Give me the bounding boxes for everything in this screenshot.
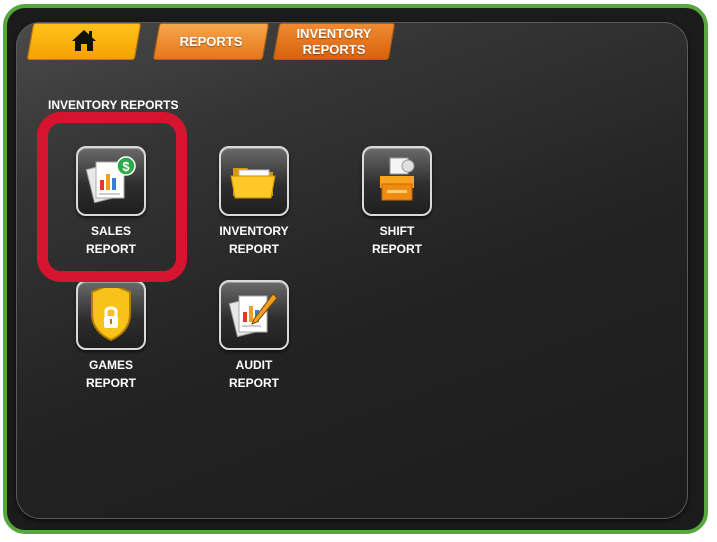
games-report-label: GAMES REPORT <box>85 358 136 390</box>
svg-text:$: $ <box>122 159 130 174</box>
sales-report-icon: $ <box>85 156 136 204</box>
shift-report-tile[interactable]: SHIFT REPORT <box>327 146 467 258</box>
tab-inventory-reports[interactable]: INVENTORY REPORTS <box>272 23 396 60</box>
inventory-report-label: INVENTORY REPORT <box>219 224 289 256</box>
home-icon <box>71 28 97 56</box>
sales-report-button[interactable]: $ <box>76 146 146 216</box>
tab-reports[interactable]: REPORTS <box>152 23 270 60</box>
inventory-report-button[interactable] <box>219 146 289 216</box>
audit-report-tile[interactable]: AUDIT REPORT <box>184 280 324 392</box>
register-icon <box>380 157 415 201</box>
audit-report-button[interactable] <box>219 280 289 350</box>
sales-report-tile[interactable]: $ SALES REPORT <box>41 146 181 258</box>
home-tab[interactable] <box>26 23 142 60</box>
games-report-button[interactable] <box>76 280 146 350</box>
inventory-report-tile[interactable]: INVENTORY REPORT <box>184 146 324 258</box>
shift-report-button[interactable] <box>362 146 432 216</box>
folder-icon <box>230 168 276 199</box>
games-report-tile[interactable]: GAMES REPORT <box>41 280 181 392</box>
section-title: INVENTORY REPORTS <box>48 98 179 112</box>
shield-lock-icon <box>91 288 131 342</box>
tab-inventory-reports-label: INVENTORY REPORTS <box>296 25 372 57</box>
sales-report-label: SALES REPORT <box>85 224 136 256</box>
tab-reports-label: REPORTS <box>179 33 243 49</box>
audit-report-icon <box>228 293 278 338</box>
main-panel <box>16 22 688 519</box>
audit-report-label: AUDIT REPORT <box>228 358 279 390</box>
shift-report-label: SHIFT REPORT <box>371 224 422 256</box>
